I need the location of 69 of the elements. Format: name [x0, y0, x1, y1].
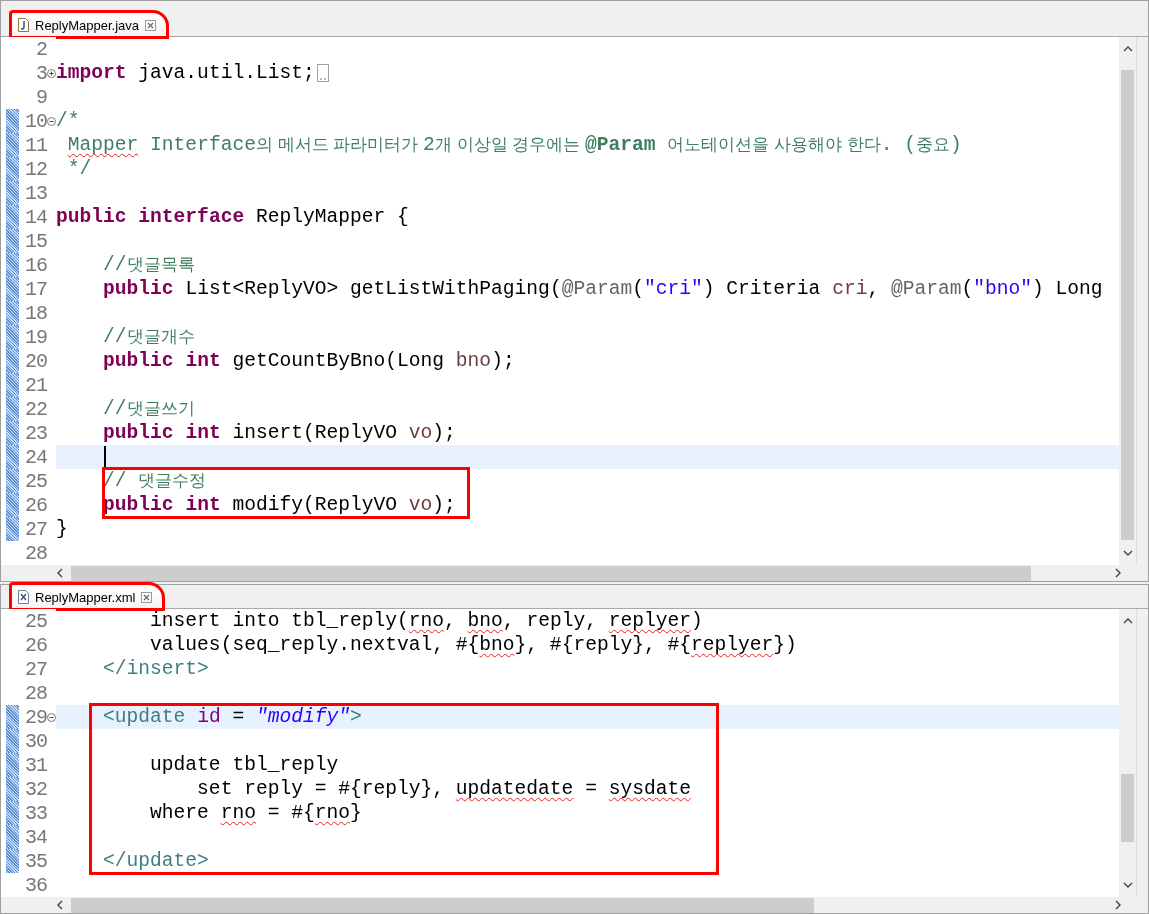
code-line: //댓글개수 [102, 325, 195, 349]
line-number: 25 [24, 609, 47, 633]
code-line: values(seq_reply.nextval, #{bno}, #{reply}, #{replyer}) [149, 633, 797, 657]
scrollbar-thumb[interactable] [1121, 70, 1134, 540]
line-number: 15 [24, 229, 47, 253]
code-line: //댓글목록 [102, 253, 195, 277]
line-number: 12 [24, 157, 47, 181]
code-line: } [56, 517, 68, 541]
line-number: 26 [24, 493, 47, 517]
line-number: 10 [24, 109, 47, 133]
minus-circle-icon[interactable] [47, 712, 56, 722]
line-number: 29 [24, 705, 47, 729]
ellipsis-box-icon[interactable] [316, 64, 329, 82]
code-line: import java.util.List; [56, 61, 315, 85]
code-line: */ [66, 157, 92, 181]
line-number: 28 [24, 541, 47, 565]
line-number: 16 [24, 253, 47, 277]
line-number: 34 [24, 825, 47, 849]
close-icon[interactable] [141, 591, 153, 603]
code-line: public int getCountByBno(Long bno); [102, 349, 515, 373]
minus-circle-icon[interactable] [47, 116, 56, 126]
code-line: <update id = "modify"> [102, 705, 362, 729]
line-number: 23 [24, 421, 47, 445]
close-icon[interactable] [145, 19, 157, 31]
plus-circle-icon[interactable] [47, 68, 56, 78]
line-number: 28 [24, 681, 47, 705]
line-number: 21 [24, 373, 47, 397]
code-line: set reply = #{reply}, updatedate = sysdate [196, 777, 691, 801]
line-number: 22 [24, 397, 47, 421]
line-number: 18 [24, 301, 47, 325]
code-line: Mapper Interface의 메서드 파라미터가 2개 이상일 경우에는 @Param 어노테이션을 사용해야 한다. (중요) [66, 133, 962, 157]
code-line: //댓글쓰기 [102, 397, 195, 421]
code-line: // 댓글수정 [102, 469, 207, 493]
vertical-scrollbar[interactable] [1119, 609, 1136, 897]
code-line: /* [56, 109, 80, 133]
editor-tab[interactable]: ReplyMapper.java [11, 12, 168, 37]
line-number: 19 [24, 325, 47, 349]
code-line: </update> [102, 849, 209, 873]
code-line: public int insert(ReplyVO vo); [102, 421, 456, 445]
line-number: 36 [24, 873, 47, 897]
scrollbar-thumb[interactable] [1121, 774, 1134, 842]
line-number: 30 [24, 729, 47, 753]
vertical-scrollbar[interactable] [1119, 37, 1136, 565]
editor-tab[interactable]: ReplyMapper.xml [11, 584, 164, 609]
line-number: 11 [24, 133, 47, 157]
line-number: 9 [35, 85, 47, 109]
code-line: public int modify(ReplyVO vo); [102, 493, 456, 517]
code-line: update tbl_reply [149, 753, 339, 777]
scrollbar-thumb[interactable] [71, 897, 814, 913]
line-number: 14 [24, 205, 47, 229]
code-line: insert into tbl_reply(rno, bno, reply, replyer) [149, 609, 703, 633]
line-number: 17 [24, 277, 47, 301]
line-number: 20 [24, 349, 47, 373]
code-line: </insert> [102, 657, 209, 681]
code-line: where rno = #{rno} [149, 801, 362, 825]
line-number: 13 [24, 181, 47, 205]
line-number: 2 [35, 37, 47, 61]
line-number: 27 [24, 657, 47, 681]
line-number: 3 [35, 61, 47, 85]
line-number: 35 [24, 849, 47, 873]
code-line: public interface ReplyMapper { [56, 205, 409, 229]
code-line: public List<ReplyVO> getListWithPaging(@Param("cri") Criteria cri, @Param("bno") Long [102, 277, 1103, 301]
line-number: 24 [24, 445, 47, 469]
line-number: 31 [24, 753, 47, 777]
line-number: 26 [24, 633, 47, 657]
line-number: 25 [24, 469, 47, 493]
line-number: 33 [24, 801, 47, 825]
line-number: 27 [24, 517, 47, 541]
line-number: 32 [24, 777, 47, 801]
